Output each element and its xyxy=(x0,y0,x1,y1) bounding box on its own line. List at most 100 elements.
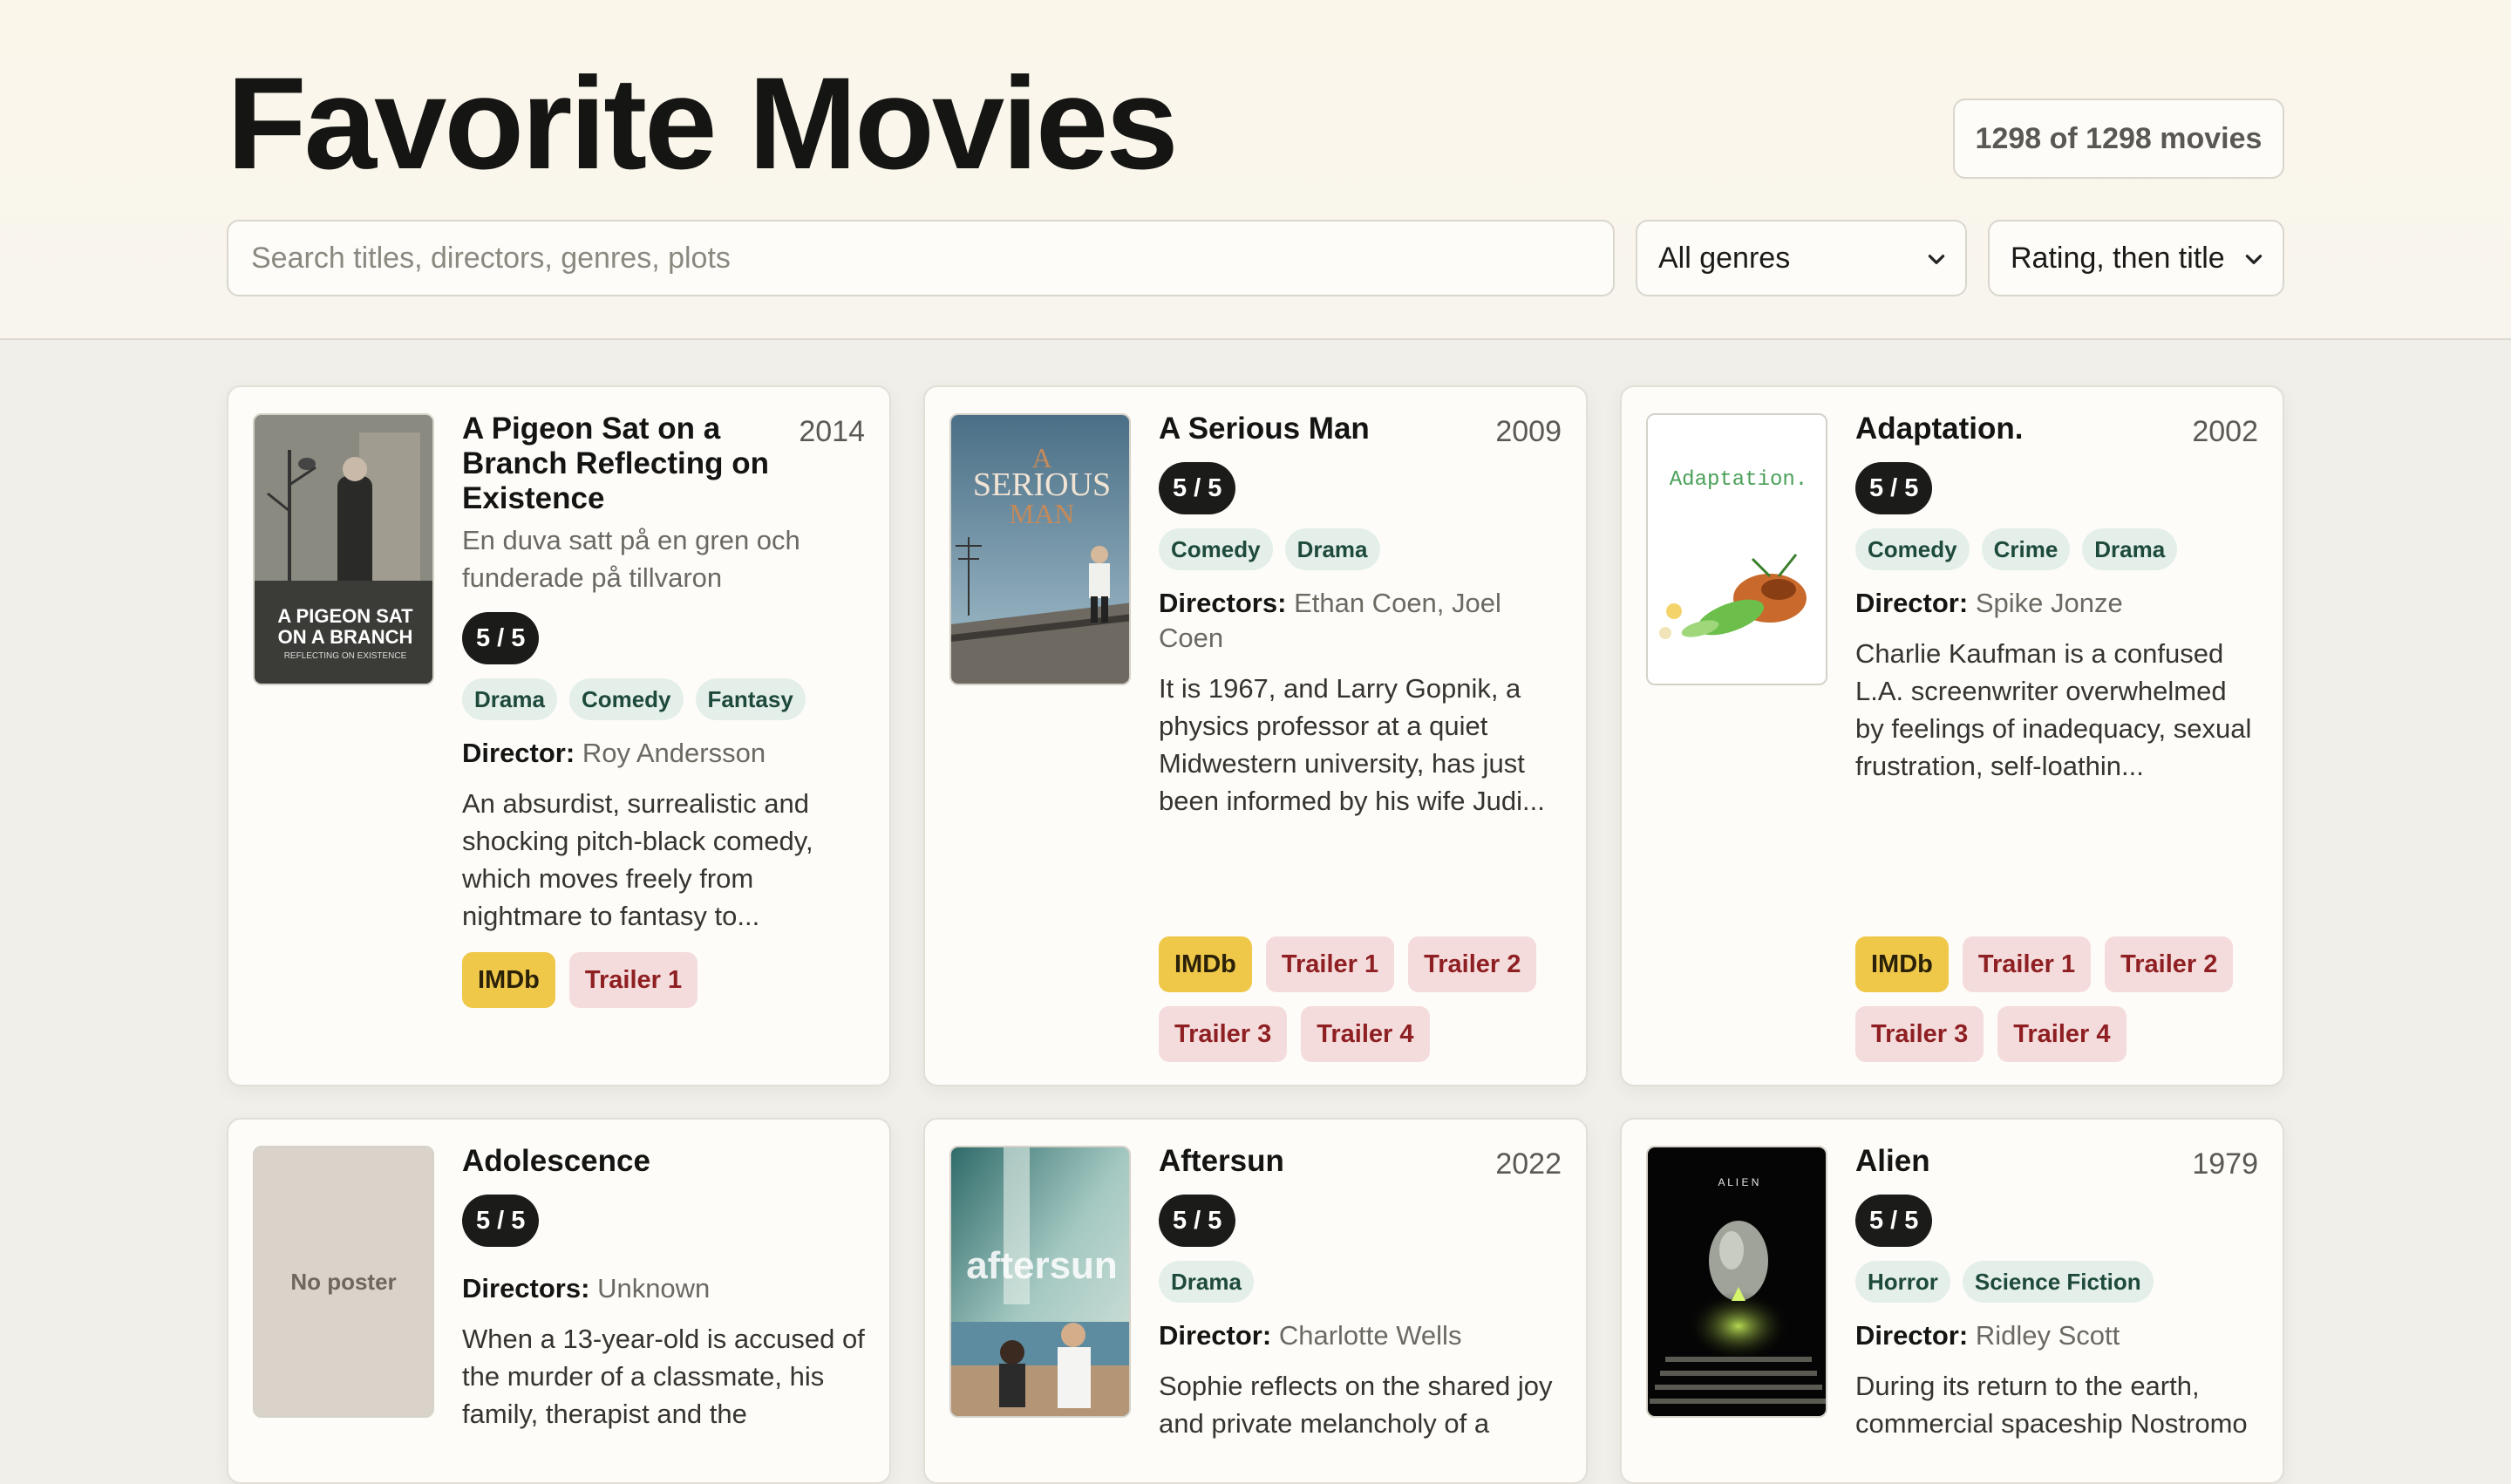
trailer-button[interactable]: Trailer 4 xyxy=(1997,1006,2127,1062)
trailer-button[interactable]: Trailer 1 xyxy=(1962,936,2092,992)
genre-tag[interactable]: Drama xyxy=(462,678,557,720)
rating-badge: 5 / 5 xyxy=(1855,462,1933,514)
director-name: Unknown xyxy=(597,1273,711,1304)
poster-title: aftersun xyxy=(966,1244,1118,1287)
link-buttons: IMDb Trailer 1 Trailer 2 Trailer 3 Trail… xyxy=(1855,936,2258,1062)
poster-title-line: ON A BRANCH xyxy=(278,626,413,648)
genre-tag[interactable]: Comedy xyxy=(1855,528,1970,570)
movie-poster[interactable]: A L I E N xyxy=(1646,1146,1827,1418)
imdb-button[interactable]: IMDb xyxy=(1159,936,1252,992)
poster-title-line: A PIGEON SAT xyxy=(277,605,413,627)
movie-info: Aftersun 2022 5 / 5 Drama Director: Char… xyxy=(1159,1144,1562,1442)
imdb-button[interactable]: IMDb xyxy=(1855,936,1949,992)
original-title: En duva satt på en gren och funderade på… xyxy=(462,525,800,593)
director-label: Director: xyxy=(1159,1320,1272,1351)
trailer-button[interactable]: Trailer 4 xyxy=(1301,1006,1430,1062)
movie-info: A Pigeon Sat on a Branch Reflecting on E… xyxy=(462,412,865,1008)
director-label: Director: xyxy=(1855,588,1969,618)
plot-summary: During its return to the earth, commerci… xyxy=(1855,1371,2248,1439)
genre-tag[interactable]: Science Fiction xyxy=(1962,1261,2154,1303)
trailer-button[interactable]: Trailer 1 xyxy=(1265,936,1395,992)
chevron-down-icon xyxy=(1928,255,1945,264)
director-label: Directors: xyxy=(462,1273,590,1304)
genre-select-value: All genres xyxy=(1658,241,1791,275)
genre-tag[interactable]: Horror xyxy=(1855,1261,1950,1303)
trailer-button[interactable]: Trailer 2 xyxy=(2105,936,2234,992)
poster-title-line: MAN xyxy=(1010,498,1075,529)
movie-year: 2002 xyxy=(2192,415,2258,448)
movie-card[interactable]: A SERIOUS MAN A Serious Man 2009 5 / 5 C… xyxy=(923,385,1588,1086)
sort-select-value: Rating, then title xyxy=(2011,241,2225,275)
plot-summary: Charlie Kaufman is a confused L.A. scree… xyxy=(1855,638,2252,781)
movie-title: Adolescence xyxy=(462,1144,650,1178)
genre-tags: Comedy Drama xyxy=(1159,528,1562,570)
trailer-button[interactable]: Trailer 3 xyxy=(1159,1006,1288,1062)
director-label: Director: xyxy=(462,738,575,768)
director-name: Ridley Scott xyxy=(1975,1320,2120,1351)
director-line: Director: Charlotte Wells xyxy=(1159,1318,1562,1353)
plot-summary: When a 13-year-old is accused of the mur… xyxy=(462,1324,865,1429)
movie-card[interactable]: No poster Adolescence 5 / 5 Directors: U… xyxy=(227,1118,891,1484)
rating-badge: 5 / 5 xyxy=(1159,1195,1236,1247)
movie-year: 2009 xyxy=(1495,415,1562,448)
page-header: Favorite Movies 1298 of 1298 movies All … xyxy=(0,0,2511,340)
genre-tags: Horror Science Fiction xyxy=(1855,1261,2258,1303)
plot-summary: It is 1967, and Larry Gopnik, a physics … xyxy=(1159,673,1545,816)
movie-year: 1979 xyxy=(2192,1147,2258,1181)
movie-card[interactable]: Adaptation. Adaptation. 2002 5 / 5 Comed… xyxy=(1620,385,2284,1086)
movie-card[interactable]: aftersun Aftersun 2022 5 / 5 Drama Direc… xyxy=(923,1118,1588,1484)
genre-select[interactable]: All genres xyxy=(1636,220,1967,296)
movie-info: A Serious Man 2009 5 / 5 Comedy Drama Di… xyxy=(1159,412,1562,820)
plot-summary: An absurdist, surrealistic and shocking … xyxy=(462,788,813,931)
genre-tag[interactable]: Drama xyxy=(1159,1261,1254,1303)
rating-badge: 5 / 5 xyxy=(1855,1195,1933,1247)
movie-info: Adolescence 5 / 5 Directors: Unknown Whe… xyxy=(462,1144,865,1433)
movie-info: Alien 1979 5 / 5 Horror Science Fiction … xyxy=(1855,1144,2258,1442)
movie-card[interactable]: A L I E N Alien 1979 5 / 5 Horror Scienc… xyxy=(1620,1118,2284,1484)
director-line: Directors: Unknown xyxy=(462,1271,865,1306)
director-line: Directors: Ethan Coen, Joel Coen xyxy=(1159,586,1562,656)
trailer-button[interactable]: Trailer 2 xyxy=(1408,936,1537,992)
movie-card[interactable]: A PIGEON SAT ON A BRANCH REFLECTING ON E… xyxy=(227,385,891,1086)
movie-year: 2022 xyxy=(1495,1147,1562,1181)
director-line: Director: Spike Jonze xyxy=(1855,586,2258,621)
imdb-button[interactable]: IMDb xyxy=(462,952,555,1008)
director-name: Charlotte Wells xyxy=(1278,1320,1462,1351)
trailer-button[interactable]: Trailer 3 xyxy=(1855,1006,1984,1062)
plot-summary: Sophie reflects on the shared joy and pr… xyxy=(1159,1371,1553,1439)
poster-title: Adaptation. xyxy=(1670,468,1807,492)
genre-tag[interactable]: Comedy xyxy=(1159,528,1273,570)
trailer-button[interactable]: Trailer 1 xyxy=(568,952,698,1008)
movie-poster[interactable]: aftersun xyxy=(949,1146,1131,1418)
link-buttons: IMDb Trailer 1 xyxy=(462,952,865,1008)
genre-tags: Comedy Crime Drama xyxy=(1855,528,2258,570)
genre-tag[interactable]: Drama xyxy=(2082,528,2178,570)
genre-tag[interactable]: Comedy xyxy=(568,678,684,720)
sort-select[interactable]: Rating, then title xyxy=(1988,220,2284,296)
rating-badge: 5 / 5 xyxy=(462,1195,540,1247)
movie-poster[interactable]: A SERIOUS MAN xyxy=(949,413,1131,685)
director-line: Director: Ridley Scott xyxy=(1855,1318,2258,1353)
movie-count-badge: 1298 of 1298 movies xyxy=(1953,99,2284,179)
link-buttons: IMDb Trailer 1 Trailer 2 Trailer 3 Trail… xyxy=(1159,936,1562,1062)
movie-info: Adaptation. 2002 5 / 5 Comedy Crime Dram… xyxy=(1855,412,2258,785)
movie-year: 2014 xyxy=(799,415,865,448)
genre-tag[interactable]: Drama xyxy=(1284,528,1380,570)
genre-tags: Drama Comedy Fantasy xyxy=(462,678,865,720)
genre-tags: Drama xyxy=(1159,1261,1562,1303)
search-input[interactable] xyxy=(227,220,1615,296)
movie-poster[interactable]: A PIGEON SAT ON A BRANCH REFLECTING ON E… xyxy=(253,413,434,685)
movie-poster[interactable]: No poster xyxy=(253,1146,434,1418)
chevron-down-icon xyxy=(2245,255,2263,264)
poster-subtitle: REFLECTING ON EXISTENCE xyxy=(284,651,407,661)
director-name: Roy Andersson xyxy=(582,738,766,768)
director-label: Directors: xyxy=(1159,588,1287,618)
page-title: Favorite Movies xyxy=(227,50,1179,196)
movie-poster[interactable]: Adaptation. xyxy=(1646,413,1827,685)
director-line: Director: Roy Andersson xyxy=(462,736,865,771)
no-poster-placeholder: No poster xyxy=(255,1147,432,1416)
genre-tag[interactable]: Fantasy xyxy=(695,678,806,720)
rating-badge: 5 / 5 xyxy=(462,612,540,664)
director-name: Spike Jonze xyxy=(1975,588,2123,618)
genre-tag[interactable]: Crime xyxy=(1981,528,2071,570)
